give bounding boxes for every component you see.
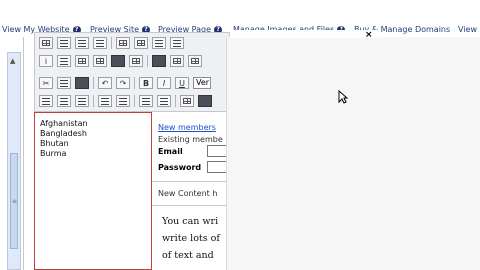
indent-more-icon[interactable] <box>157 95 171 107</box>
image-icon[interactable] <box>111 55 125 67</box>
numbered-list-icon[interactable] <box>98 95 112 107</box>
undo-icon[interactable]: ↶ <box>98 77 112 89</box>
toolbar-separator <box>147 55 148 67</box>
cell-props-icon[interactable] <box>93 55 107 67</box>
toolbar-separator <box>93 77 94 89</box>
list-item: Bangladesh <box>40 129 87 138</box>
font-select[interactable]: Ver <box>193 77 211 89</box>
up-arrow-icon[interactable]: ▲ <box>10 57 15 65</box>
new-members-link[interactable]: New members <box>158 123 216 132</box>
toolbar-row-3: ✂ ↶ ↷ B I U Ver <box>39 76 211 90</box>
modal-panel <box>226 37 480 270</box>
nav-view[interactable]: View <box>458 25 477 34</box>
table-rows-icon[interactable] <box>116 37 130 49</box>
editor-toolbar: i ✂ ↶ ↷ B I U Ver <box>34 32 230 112</box>
divider <box>152 181 230 182</box>
list-item: Afghanistan <box>40 119 88 128</box>
underline-button[interactable]: U <box>175 77 189 89</box>
scrollbar-thumb[interactable]: ≡ <box>10 153 18 249</box>
paste-icon[interactable] <box>75 77 89 89</box>
cut-icon[interactable]: ✂ <box>39 77 53 89</box>
bold-button[interactable]: B <box>139 77 153 89</box>
grip-icon: ≡ <box>12 198 18 205</box>
list-item: Burma <box>40 149 67 158</box>
toolbar-separator <box>111 37 112 49</box>
paste-text-icon[interactable] <box>57 55 71 67</box>
italic-button[interactable]: I <box>157 77 171 89</box>
toolbar-separator <box>134 77 135 89</box>
toolbar-separator <box>175 95 176 107</box>
layout-icon[interactable] <box>188 55 202 67</box>
toolbar-separator <box>93 95 94 107</box>
outdent-icon[interactable] <box>139 95 153 107</box>
redo-icon[interactable]: ↷ <box>116 77 130 89</box>
nav-label: View <box>458 25 477 34</box>
modal-header <box>230 30 380 38</box>
mouse-pointer-icon <box>338 90 348 104</box>
list-icon[interactable] <box>75 37 89 49</box>
divider <box>152 205 230 206</box>
indent-icon[interactable] <box>93 37 107 49</box>
email-label: Email <box>158 147 183 156</box>
text-line: of text and <box>162 250 214 261</box>
insert-image-icon[interactable] <box>198 95 212 107</box>
toolbar-separator <box>134 95 135 107</box>
new-content-text: New Content h <box>158 189 218 198</box>
align-right-icon[interactable] <box>75 95 89 107</box>
align-left-icon[interactable] <box>39 95 53 107</box>
insert-table-icon[interactable] <box>75 55 89 67</box>
merge-cells-icon[interactable] <box>152 37 166 49</box>
text-line: write lots of <box>162 233 220 244</box>
copy-icon[interactable] <box>57 77 71 89</box>
close-icon[interactable]: × <box>365 30 373 40</box>
table-cols-icon[interactable] <box>134 37 148 49</box>
split-cells-icon[interactable] <box>170 37 184 49</box>
bullet-list-icon[interactable] <box>116 95 130 107</box>
handwritten-text-block: You can wri write lots of of text and <box>162 213 220 264</box>
password-label: Password <box>158 163 202 172</box>
media-icon[interactable] <box>129 55 143 67</box>
gallery-icon[interactable] <box>170 55 184 67</box>
text-line: You can wri <box>162 216 219 227</box>
toolbar-row-1 <box>39 36 188 50</box>
country-list[interactable]: Afghanistan Bangladesh Bhutan Burma <box>34 112 152 270</box>
align-center-icon[interactable] <box>57 95 71 107</box>
toolbar-row-4 <box>39 94 216 108</box>
toolbar-row-2: i <box>39 54 206 68</box>
align-icon[interactable] <box>57 37 71 49</box>
info-icon[interactable]: i <box>39 55 53 67</box>
existing-members-text: Existing membe <box>158 135 223 144</box>
sidebar-scrollbar[interactable]: ▲ ≡ <box>7 52 21 270</box>
table-icon[interactable] <box>39 37 53 49</box>
list-item: Bhutan <box>40 139 69 148</box>
login-column: New members Existing membe Email Passwor… <box>152 112 230 270</box>
table-grid-icon[interactable] <box>180 95 194 107</box>
block-icon[interactable] <box>152 55 166 67</box>
